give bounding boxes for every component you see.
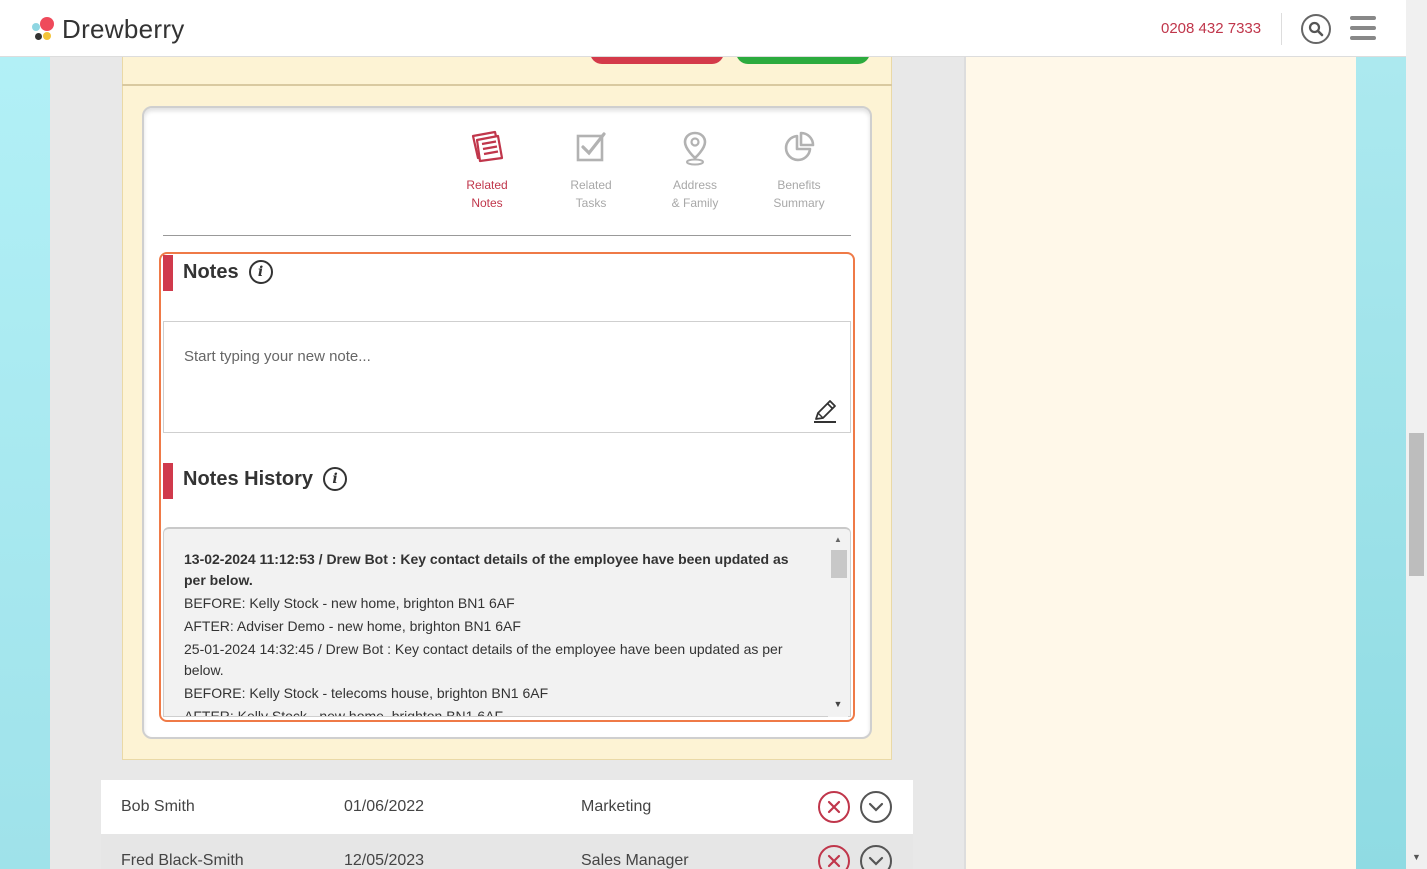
- background-right: [1356, 0, 1406, 869]
- expand-button[interactable]: [860, 845, 892, 869]
- chevron-down-icon: [868, 802, 884, 812]
- expand-button[interactable]: [860, 791, 892, 823]
- close-icon: [827, 800, 841, 814]
- site-header: Drewberry 0208 432 7333: [0, 0, 1406, 57]
- tab-related-tasks[interactable]: Related Tasks: [539, 130, 643, 212]
- table-row[interactable]: Bob Smith 01/06/2022 Marketing: [101, 780, 913, 834]
- history-entry: 25-01-2024 14:32:45 / Drew Bot : Key con…: [184, 641, 783, 678]
- tab-related-notes[interactable]: Related Notes: [435, 130, 539, 212]
- history-section-marker: [163, 463, 173, 499]
- pencil-icon[interactable]: [812, 398, 838, 424]
- tab-label-line2: Notes: [471, 196, 503, 210]
- employee-role: Sales Manager: [581, 852, 689, 869]
- new-note-input[interactable]: [163, 321, 851, 433]
- phone-number-link[interactable]: 0208 432 7333: [1161, 20, 1261, 37]
- history-entry: AFTER: Adviser Demo - new home, brighton…: [184, 618, 521, 634]
- tab-label-line2: Tasks: [575, 196, 607, 210]
- notes-history-heading: Notes History i: [183, 467, 348, 491]
- brand-logo[interactable]: Drewberry: [30, 12, 185, 46]
- delete-button[interactable]: [818, 791, 850, 823]
- info-icon[interactable]: i: [323, 467, 348, 491]
- history-scrollbar-thumb[interactable]: [831, 550, 847, 578]
- tab-label-line1: Related: [570, 178, 612, 192]
- notes-section-marker: [163, 255, 173, 291]
- employee-name: Bob Smith: [121, 798, 195, 815]
- tabs-underline: [163, 235, 851, 236]
- tab-label-line1: Address: [672, 178, 718, 192]
- notes-heading: Notes i: [183, 260, 273, 284]
- brand-name: Drewberry: [62, 13, 185, 44]
- logo-dots-icon: [30, 15, 56, 43]
- delete-button[interactable]: [818, 845, 850, 869]
- employee-date: 01/06/2022: [344, 798, 425, 815]
- notes-history-title: Notes History: [183, 467, 314, 490]
- history-entry: 13-02-2024 11:12:53 / Drew Bot : Key con…: [184, 551, 789, 588]
- employee-name: Fred Black-Smith: [121, 852, 244, 869]
- hamburger-menu-button[interactable]: [1350, 15, 1376, 41]
- tab-benefits-summary[interactable]: Benefits Summary: [747, 130, 851, 212]
- detail-tabs: Related Notes Related Tasks Address & Fa…: [435, 130, 851, 212]
- notes-history-list[interactable]: 13-02-2024 11:12:53 / Drew Bot : Key con…: [163, 527, 851, 717]
- card-divider: [122, 84, 892, 86]
- background-left: [0, 0, 50, 869]
- page-scroll-down-arrow[interactable]: ▼: [1406, 850, 1427, 864]
- search-button[interactable]: [1301, 14, 1331, 44]
- header-separator: [1281, 13, 1282, 45]
- history-scroll-down-arrow[interactable]: ▼: [831, 699, 845, 709]
- search-icon: [1308, 21, 1324, 37]
- info-icon[interactable]: i: [248, 260, 273, 284]
- pie-chart-icon: [784, 131, 815, 162]
- map-pin-icon: [683, 131, 707, 166]
- tab-address-family[interactable]: Address & Family: [643, 130, 747, 212]
- checkbox-icon: [576, 132, 606, 162]
- employee-date: 12/05/2023: [344, 852, 425, 869]
- employee-role: Marketing: [581, 798, 652, 815]
- chevron-down-icon: [868, 856, 884, 866]
- history-entry: BEFORE: Kelly Stock - telecoms house, br…: [184, 685, 549, 701]
- tab-label-line2: & Family: [671, 196, 719, 210]
- right-panel: [966, 0, 1356, 869]
- tab-label-line1: Related: [466, 178, 508, 192]
- page-scrollbar-thumb[interactable]: [1409, 433, 1424, 576]
- notes-title: Notes: [183, 260, 239, 283]
- close-icon: [827, 854, 841, 868]
- table-row[interactable]: Fred Black-Smith 12/05/2023 Sales Manage…: [101, 834, 913, 869]
- tab-label-line2: Summary: [773, 196, 825, 210]
- history-entry: BEFORE: Kelly Stock - new home, brighton…: [184, 595, 515, 611]
- notes-icon: [471, 130, 504, 163]
- history-scroll-up-arrow[interactable]: ▲: [831, 535, 845, 544]
- history-entry: AFTER: Kelly Stock - new home, brighton …: [184, 708, 504, 717]
- tab-label-line1: Benefits: [777, 178, 821, 192]
